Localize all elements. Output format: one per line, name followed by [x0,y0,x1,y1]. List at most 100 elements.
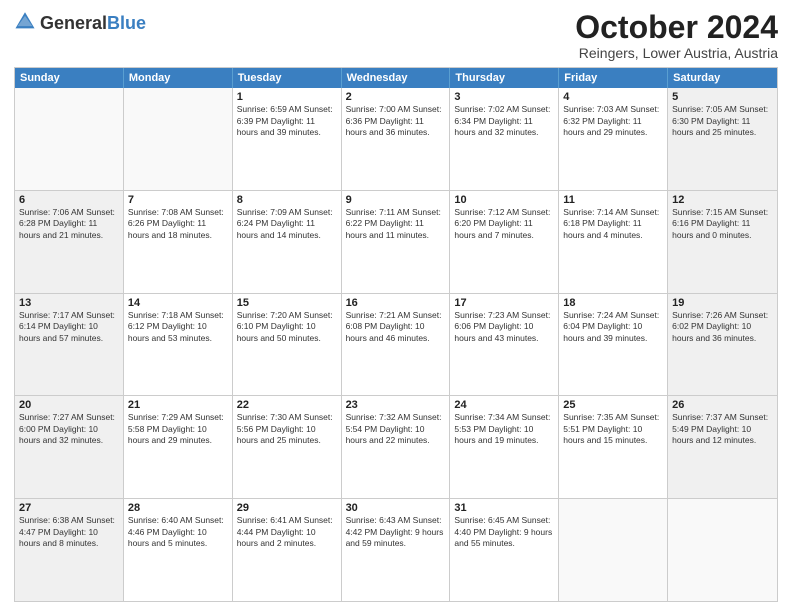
calendar-row: 1Sunrise: 6:59 AM Sunset: 6:39 PM Daylig… [15,88,777,191]
subtitle: Reingers, Lower Austria, Austria [575,45,778,61]
calendar-row: 13Sunrise: 7:17 AM Sunset: 6:14 PM Dayli… [15,294,777,397]
cell-text: Sunrise: 7:23 AM Sunset: 6:06 PM Dayligh… [454,310,554,344]
day-number: 17 [454,297,554,309]
calendar-cell [668,499,777,601]
day-number: 22 [237,399,337,411]
calendar-cell: 13Sunrise: 7:17 AM Sunset: 6:14 PM Dayli… [15,294,124,396]
calendar-row: 6Sunrise: 7:06 AM Sunset: 6:28 PM Daylig… [15,191,777,294]
calendar-cell [124,88,233,190]
page: General Blue October 2024 Reingers, Lowe… [0,0,792,612]
day-number: 18 [563,297,663,309]
day-number: 19 [672,297,773,309]
calendar-cell: 23Sunrise: 7:32 AM Sunset: 5:54 PM Dayli… [342,396,451,498]
day-number: 2 [346,91,446,103]
cell-text: Sunrise: 7:30 AM Sunset: 5:56 PM Dayligh… [237,412,337,446]
calendar-cell: 28Sunrise: 6:40 AM Sunset: 4:46 PM Dayli… [124,499,233,601]
calendar-cell: 2Sunrise: 7:00 AM Sunset: 6:36 PM Daylig… [342,88,451,190]
cell-text: Sunrise: 7:08 AM Sunset: 6:26 PM Dayligh… [128,207,228,241]
cell-text: Sunrise: 7:37 AM Sunset: 5:49 PM Dayligh… [672,412,773,446]
calendar-cell: 27Sunrise: 6:38 AM Sunset: 4:47 PM Dayli… [15,499,124,601]
weekday-header: Friday [559,68,668,88]
logo-text: General Blue [40,14,146,34]
calendar-cell: 14Sunrise: 7:18 AM Sunset: 6:12 PM Dayli… [124,294,233,396]
calendar-cell: 21Sunrise: 7:29 AM Sunset: 5:58 PM Dayli… [124,396,233,498]
month-title: October 2024 [575,10,778,45]
cell-text: Sunrise: 7:21 AM Sunset: 6:08 PM Dayligh… [346,310,446,344]
day-number: 30 [346,502,446,514]
header: General Blue October 2024 Reingers, Lowe… [14,10,778,61]
calendar-cell: 9Sunrise: 7:11 AM Sunset: 6:22 PM Daylig… [342,191,451,293]
day-number: 4 [563,91,663,103]
day-number: 9 [346,194,446,206]
calendar-cell: 19Sunrise: 7:26 AM Sunset: 6:02 PM Dayli… [668,294,777,396]
cell-text: Sunrise: 6:40 AM Sunset: 4:46 PM Dayligh… [128,515,228,549]
logo: General Blue [14,10,146,37]
calendar-cell: 1Sunrise: 6:59 AM Sunset: 6:39 PM Daylig… [233,88,342,190]
cell-text: Sunrise: 7:05 AM Sunset: 6:30 PM Dayligh… [672,104,773,138]
day-number: 28 [128,502,228,514]
calendar-cell: 11Sunrise: 7:14 AM Sunset: 6:18 PM Dayli… [559,191,668,293]
day-number: 20 [19,399,119,411]
weekday-header: Sunday [15,68,124,88]
calendar-cell: 24Sunrise: 7:34 AM Sunset: 5:53 PM Dayli… [450,396,559,498]
logo-blue: Blue [107,14,146,34]
cell-text: Sunrise: 6:59 AM Sunset: 6:39 PM Dayligh… [237,104,337,138]
day-number: 15 [237,297,337,309]
calendar-cell: 16Sunrise: 7:21 AM Sunset: 6:08 PM Dayli… [342,294,451,396]
calendar-cell: 22Sunrise: 7:30 AM Sunset: 5:56 PM Dayli… [233,396,342,498]
logo-general: General [40,14,107,34]
calendar-cell: 31Sunrise: 6:45 AM Sunset: 4:40 PM Dayli… [450,499,559,601]
cell-text: Sunrise: 6:45 AM Sunset: 4:40 PM Dayligh… [454,515,554,549]
day-number: 24 [454,399,554,411]
day-number: 6 [19,194,119,206]
day-number: 5 [672,91,773,103]
calendar-cell: 18Sunrise: 7:24 AM Sunset: 6:04 PM Dayli… [559,294,668,396]
cell-text: Sunrise: 7:14 AM Sunset: 6:18 PM Dayligh… [563,207,663,241]
calendar-cell: 12Sunrise: 7:15 AM Sunset: 6:16 PM Dayli… [668,191,777,293]
cell-text: Sunrise: 7:27 AM Sunset: 6:00 PM Dayligh… [19,412,119,446]
calendar-cell [15,88,124,190]
calendar-cell: 8Sunrise: 7:09 AM Sunset: 6:24 PM Daylig… [233,191,342,293]
day-number: 11 [563,194,663,206]
calendar-cell: 30Sunrise: 6:43 AM Sunset: 4:42 PM Dayli… [342,499,451,601]
cell-text: Sunrise: 7:24 AM Sunset: 6:04 PM Dayligh… [563,310,663,344]
cell-text: Sunrise: 7:03 AM Sunset: 6:32 PM Dayligh… [563,104,663,138]
day-number: 8 [237,194,337,206]
title-area: October 2024 Reingers, Lower Austria, Au… [575,10,778,61]
cell-text: Sunrise: 7:09 AM Sunset: 6:24 PM Dayligh… [237,207,337,241]
cell-text: Sunrise: 7:18 AM Sunset: 6:12 PM Dayligh… [128,310,228,344]
cell-text: Sunrise: 7:17 AM Sunset: 6:14 PM Dayligh… [19,310,119,344]
day-number: 25 [563,399,663,411]
cell-text: Sunrise: 7:00 AM Sunset: 6:36 PM Dayligh… [346,104,446,138]
cell-text: Sunrise: 6:38 AM Sunset: 4:47 PM Dayligh… [19,515,119,549]
calendar-cell: 4Sunrise: 7:03 AM Sunset: 6:32 PM Daylig… [559,88,668,190]
cell-text: Sunrise: 7:35 AM Sunset: 5:51 PM Dayligh… [563,412,663,446]
calendar-cell: 25Sunrise: 7:35 AM Sunset: 5:51 PM Dayli… [559,396,668,498]
weekday-header: Saturday [668,68,777,88]
day-number: 12 [672,194,773,206]
calendar-row: 20Sunrise: 7:27 AM Sunset: 6:00 PM Dayli… [15,396,777,499]
day-number: 16 [346,297,446,309]
cell-text: Sunrise: 7:11 AM Sunset: 6:22 PM Dayligh… [346,207,446,241]
day-number: 1 [237,91,337,103]
logo-icon [14,10,36,32]
calendar-body: 1Sunrise: 6:59 AM Sunset: 6:39 PM Daylig… [15,88,777,601]
calendar-cell: 29Sunrise: 6:41 AM Sunset: 4:44 PM Dayli… [233,499,342,601]
weekday-header: Wednesday [342,68,451,88]
calendar-cell: 26Sunrise: 7:37 AM Sunset: 5:49 PM Dayli… [668,396,777,498]
calendar-cell: 15Sunrise: 7:20 AM Sunset: 6:10 PM Dayli… [233,294,342,396]
calendar-cell [559,499,668,601]
cell-text: Sunrise: 7:02 AM Sunset: 6:34 PM Dayligh… [454,104,554,138]
cell-text: Sunrise: 7:15 AM Sunset: 6:16 PM Dayligh… [672,207,773,241]
calendar-cell: 5Sunrise: 7:05 AM Sunset: 6:30 PM Daylig… [668,88,777,190]
weekday-header: Thursday [450,68,559,88]
cell-text: Sunrise: 6:43 AM Sunset: 4:42 PM Dayligh… [346,515,446,549]
day-number: 21 [128,399,228,411]
cell-text: Sunrise: 7:34 AM Sunset: 5:53 PM Dayligh… [454,412,554,446]
day-number: 7 [128,194,228,206]
day-number: 31 [454,502,554,514]
calendar-header: SundayMondayTuesdayWednesdayThursdayFrid… [15,68,777,88]
day-number: 3 [454,91,554,103]
calendar-cell: 3Sunrise: 7:02 AM Sunset: 6:34 PM Daylig… [450,88,559,190]
day-number: 13 [19,297,119,309]
